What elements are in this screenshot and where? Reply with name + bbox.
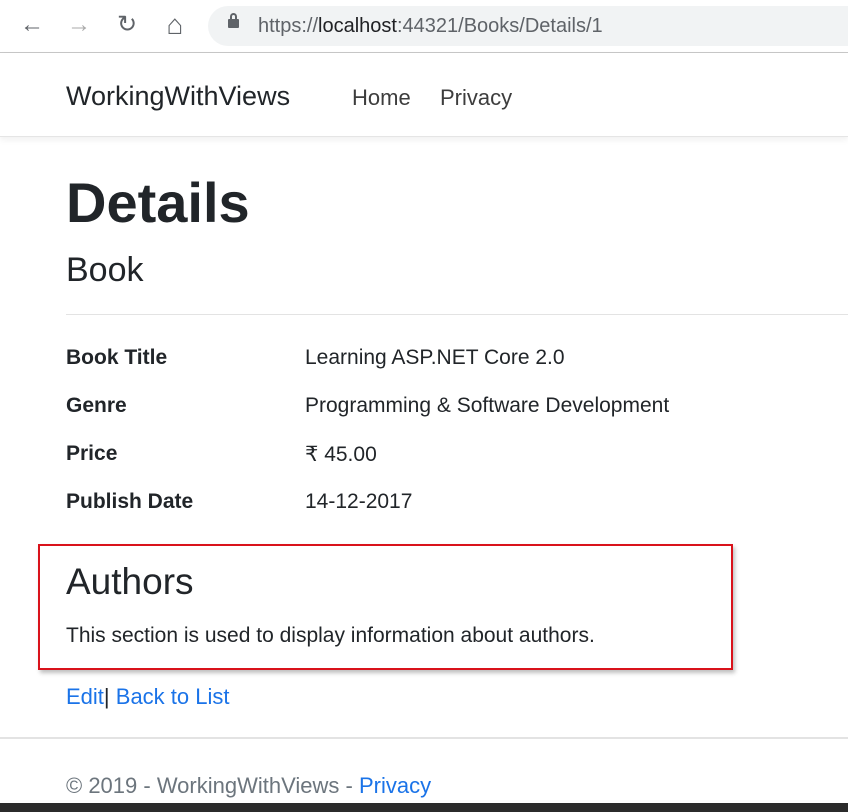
field-value: Programming & Software Development	[305, 394, 670, 417]
url-host: localhost	[318, 15, 397, 37]
brand-link[interactable]: WorkingWithViews	[66, 81, 290, 112]
footer-text: © 2019 - WorkingWithViews -	[66, 773, 359, 798]
authors-heading: Authors	[66, 561, 194, 602]
taskbar-edge	[0, 803, 848, 812]
actions: Edit| Back to List	[66, 684, 229, 710]
nav-privacy-link[interactable]: Privacy	[440, 85, 512, 111]
field-label: Price	[66, 442, 118, 465]
back-icon[interactable]: ←	[17, 10, 47, 40]
site-navbar: WorkingWithViews Home Privacy	[0, 53, 848, 137]
forward-icon[interactable]: →	[64, 10, 94, 40]
home-icon[interactable]: ⌂	[160, 10, 190, 40]
footer: © 2019 - WorkingWithViews - Privacy	[66, 773, 431, 799]
url-path: :44321/Books/Details/1	[396, 15, 603, 37]
edit-link[interactable]: Edit	[66, 684, 104, 709]
field-value: 14-12-2017	[305, 490, 413, 513]
reload-icon[interactable]: ↻	[112, 10, 142, 40]
page-subtitle: Book	[66, 251, 144, 289]
url-text[interactable]: https://localhost:44321/Books/Details/1	[258, 15, 603, 38]
divider	[66, 314, 848, 315]
browser-toolbar: ← → ↻ ⌂ https://localhost:44321/Books/De…	[0, 0, 848, 53]
field-value: Learning ASP.NET Core 2.0	[305, 346, 565, 369]
footer-privacy-link[interactable]: Privacy	[359, 773, 431, 798]
back-to-list-link[interactable]: Back to List	[116, 684, 230, 709]
field-value: ₹ 45.00	[305, 443, 377, 466]
field-label: Book Title	[66, 346, 168, 369]
page-title: Details	[66, 171, 250, 234]
authors-description: This section is used to display informat…	[66, 624, 595, 647]
separator: |	[103, 684, 110, 709]
footer-divider	[0, 737, 848, 739]
url-scheme: https://	[258, 15, 319, 37]
field-label: Publish Date	[66, 490, 194, 513]
nav-home-link[interactable]: Home	[352, 85, 411, 111]
field-label: Genre	[66, 394, 127, 417]
address-bar[interactable]: https://localhost:44321/Books/Details/1	[208, 6, 848, 46]
lock-icon	[228, 13, 239, 28]
